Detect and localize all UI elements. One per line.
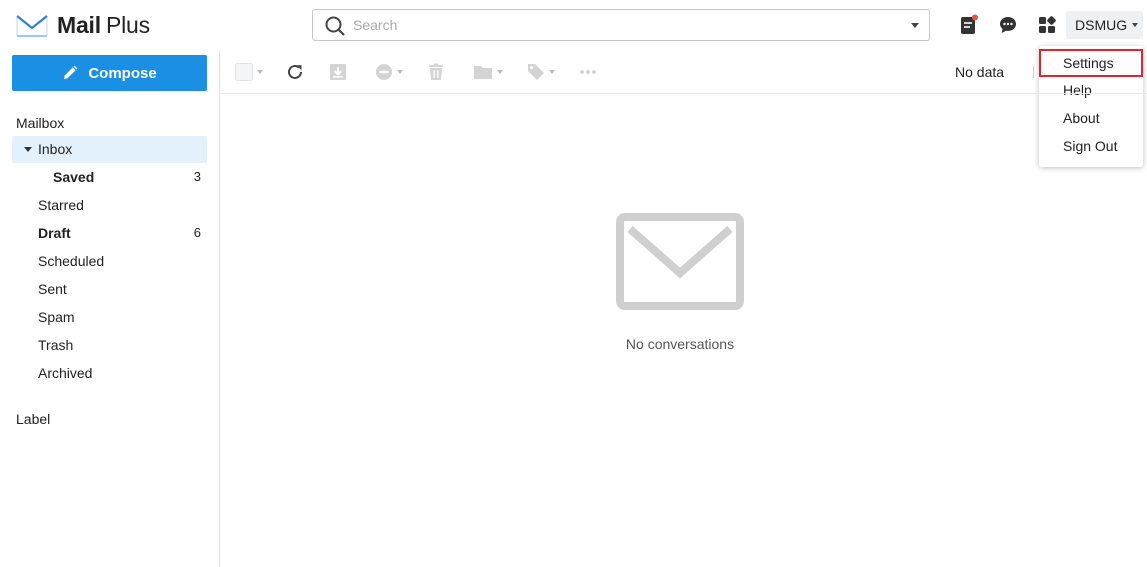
compose-label: Compose (88, 64, 157, 82)
chevron-down-icon (397, 70, 403, 74)
unread-count: 3 (193, 169, 201, 184)
message-toolbar: No data (221, 50, 1147, 94)
menu-item-about[interactable]: About (1039, 104, 1143, 132)
block-icon (376, 64, 392, 80)
sidebar-item-label: Archived (38, 365, 93, 381)
empty-state-message: No conversations (625, 336, 735, 352)
app-title: Mail Plus (57, 12, 150, 38)
toolbar-divider (1033, 66, 1034, 78)
envelope-icon (616, 213, 744, 310)
sidebar-item-label: Spam (38, 309, 75, 325)
compose-button[interactable]: Compose (12, 55, 207, 91)
search-box[interactable] (312, 9, 930, 41)
checkbox-icon (235, 63, 253, 81)
apps-icon (1039, 16, 1056, 33)
chevron-down-icon (549, 70, 555, 74)
sidebar-item-saved[interactable]: Saved 3 (12, 164, 207, 191)
sidebar-item-label: Sent (38, 281, 67, 297)
sidebar-item-label: Trash (38, 337, 74, 353)
sidebar-item-label: Inbox (38, 141, 73, 157)
mail-logo-icon (16, 14, 48, 37)
caret-down-icon[interactable] (24, 147, 32, 152)
archive-icon (330, 64, 346, 80)
sidebar-item-starred[interactable]: Starred (12, 192, 207, 219)
sidebar-item-inbox[interactable]: Inbox (12, 136, 207, 163)
search-icon (325, 16, 345, 36)
block-button[interactable] (375, 62, 403, 82)
chat-icon (1000, 17, 1016, 33)
search-options-chevron-down-icon[interactable] (911, 23, 919, 28)
unread-count: 6 (193, 225, 201, 240)
select-all-checkbox[interactable] (235, 62, 263, 82)
pencil-icon (64, 65, 78, 79)
user-menu-button[interactable]: DSMUG (1066, 11, 1143, 39)
sidebar-item-scheduled[interactable]: Scheduled (12, 248, 207, 275)
sidebar-item-draft[interactable]: Draft 6 (12, 220, 207, 247)
delete-icon (429, 63, 443, 80)
notes-icon (961, 14, 978, 34)
sidebar-item-trash[interactable]: Trash (12, 332, 207, 359)
sidebar-item-label: Scheduled (38, 253, 105, 269)
chat-button[interactable] (996, 13, 1020, 37)
apps-button[interactable] (1035, 13, 1059, 37)
sidebar-item-archived[interactable]: Archived (12, 360, 207, 387)
more-actions-button[interactable] (579, 62, 597, 82)
refresh-button[interactable] (286, 62, 304, 82)
chevron-down-icon (1132, 23, 1139, 27)
menu-item-sign-out[interactable]: Sign Out (1039, 132, 1143, 160)
tag-button[interactable] (527, 62, 555, 82)
pagination-status: No data (955, 64, 1005, 80)
user-name: DSMUG (1075, 17, 1128, 33)
chevron-down-icon (497, 70, 503, 74)
sidebar-item-sent[interactable]: Sent (12, 276, 207, 303)
mailbox-section-label: Mailbox (16, 115, 65, 131)
sidebar-item-label: Starred (38, 197, 84, 213)
sidebar-item-label: Draft (38, 225, 71, 241)
top-header: MailPlus DSMUG (0, 0, 1147, 50)
delete-button[interactable] (427, 62, 445, 82)
move-folder-button[interactable] (473, 62, 503, 82)
archive-button[interactable] (329, 62, 347, 82)
chevron-down-icon (257, 70, 263, 74)
sidebar: Compose Mailbox Inbox Saved 3 Starred Dr… (0, 50, 220, 567)
app-logo[interactable]: Mail Plus (16, 12, 150, 39)
tag-icon (528, 64, 544, 80)
move-folder-icon (474, 66, 492, 79)
more-icon (580, 70, 596, 74)
sidebar-item-label: Saved (53, 169, 95, 185)
search-input[interactable] (353, 15, 893, 35)
label-section-label[interactable]: Label (16, 411, 50, 427)
refresh-icon (288, 64, 302, 79)
notes-button[interactable] (957, 13, 981, 37)
sidebar-item-spam[interactable]: Spam (12, 304, 207, 331)
